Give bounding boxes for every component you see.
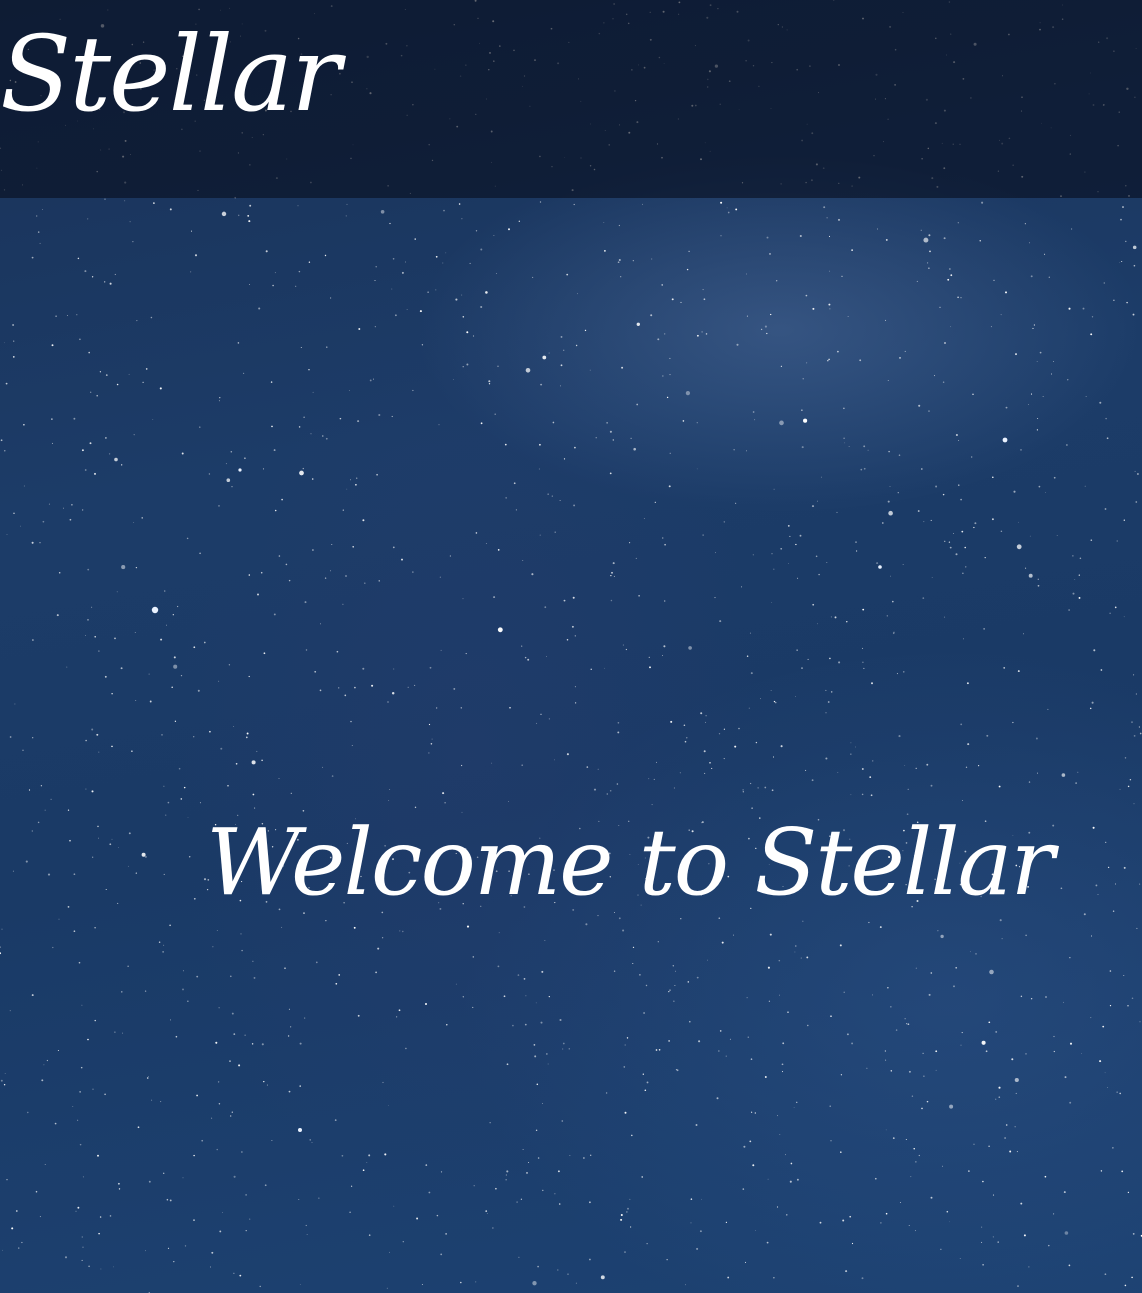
brand-logo-text[interactable]: Stellar bbox=[0, 22, 341, 126]
site-header: Stellar bbox=[0, 0, 1142, 198]
hero-section: Welcome to Stellar bbox=[0, 812, 1142, 942]
hero-title: Welcome to Stellar bbox=[206, 809, 1054, 916]
landing-page: Stellar Welcome to Stellar bbox=[0, 0, 1142, 1293]
